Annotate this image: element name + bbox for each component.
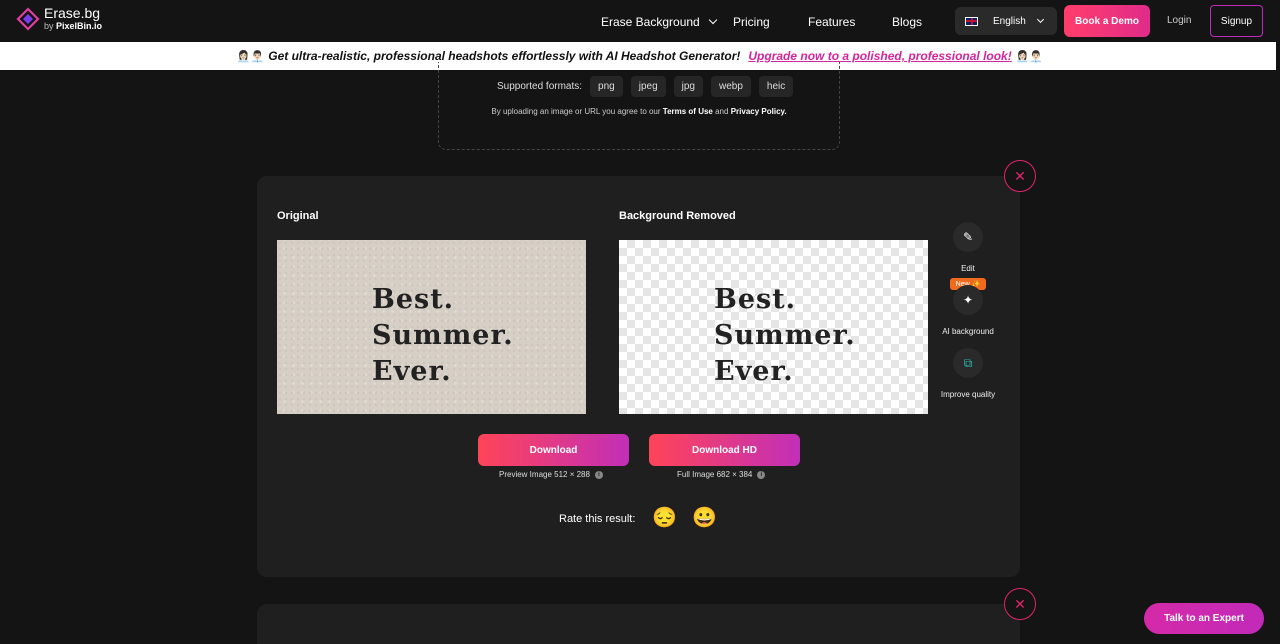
- logo-by: by: [44, 21, 54, 31]
- removed-title: Background Removed: [619, 210, 736, 222]
- nav-erase-background[interactable]: Erase Background: [601, 15, 717, 29]
- ai-background-label: AI background: [942, 327, 994, 336]
- nav-erase-background-label: Erase Background: [601, 15, 700, 29]
- language-selector[interactable]: English: [955, 7, 1057, 35]
- logo-icon: [16, 6, 40, 31]
- improve-quality-button[interactable]: ⧉ Improve quality: [938, 348, 998, 399]
- upload-agreement: By uploading an image or URL you agree t…: [439, 107, 839, 116]
- upload-dropzone[interactable]: Supported formats: png jpeg jpg webp hei…: [438, 62, 840, 150]
- edit-label: Edit: [961, 264, 975, 273]
- book-demo-button[interactable]: Book a Demo: [1064, 5, 1150, 37]
- full-info: Full Image 682 × 384 i: [677, 470, 766, 479]
- terms-link[interactable]: Terms of Use: [663, 107, 713, 116]
- image-text-line: Ever.: [372, 356, 452, 387]
- privacy-link[interactable]: Privacy Policy.: [731, 107, 787, 116]
- logo-title: Erase.bg: [44, 5, 101, 21]
- ai-background-button[interactable]: ✦ AI background: [938, 285, 998, 336]
- formats-label: Supported formats:: [497, 81, 583, 92]
- uk-flag-icon: [965, 16, 978, 26]
- format-chip: jpg: [673, 76, 703, 97]
- image-text-line: Ever.: [714, 356, 794, 387]
- image-text-line: Best.: [372, 284, 455, 315]
- close-icon: ✕: [1014, 595, 1026, 612]
- format-chip: png: [590, 76, 623, 97]
- format-chip: jpeg: [630, 76, 666, 97]
- language-label: English: [993, 15, 1026, 27]
- edit-tool-button[interactable]: ✎ Edit: [938, 222, 998, 273]
- promo-upgrade-link[interactable]: Upgrade now to a polished, professional …: [748, 49, 1011, 63]
- erase-bg-logo[interactable]: Erase.bg by PixelBin.io: [16, 6, 102, 31]
- agree-prefix: By uploading an image or URL you agree t…: [491, 107, 661, 116]
- people-emoji-icon: 👩🏻‍💼👨🏻‍💼: [236, 50, 265, 63]
- preview-info: Preview Image 512 × 288 i: [499, 470, 603, 479]
- image-text-line: Summer.: [372, 320, 514, 351]
- close-result-button[interactable]: ✕: [1004, 160, 1036, 192]
- chevron-down-icon: [708, 15, 717, 25]
- supported-formats: Supported formats: png jpeg jpg webp hei…: [497, 76, 794, 97]
- original-image: Best. Summer. Ever.: [277, 240, 586, 414]
- improve-quality-label: Improve quality: [940, 390, 996, 399]
- promo-text: Get ultra-realistic, professional headsh…: [268, 49, 741, 63]
- top-navigation: Erase.bg by PixelBin.io Erase Background…: [0, 0, 1280, 42]
- scrollbar[interactable]: [1276, 42, 1280, 644]
- close-icon: ✕: [1014, 167, 1026, 184]
- download-hd-button[interactable]: Download HD: [649, 434, 800, 466]
- talk-to-expert-button[interactable]: Talk to an Expert: [1144, 603, 1264, 634]
- info-icon[interactable]: i: [757, 470, 766, 479]
- enhance-icon: ⧉: [953, 348, 983, 378]
- sad-face-icon[interactable]: 😔: [652, 506, 677, 530]
- format-chip: webp: [711, 76, 751, 97]
- signup-button[interactable]: Signup: [1210, 5, 1263, 37]
- magic-wand-icon: ✦: [953, 285, 983, 315]
- pencil-icon: ✎: [953, 222, 983, 252]
- second-result-card: [257, 604, 1020, 644]
- preview-info-text: Preview Image 512 × 288: [499, 470, 590, 479]
- agree-and: and: [715, 107, 729, 116]
- format-chip: heic: [758, 76, 794, 97]
- original-title: Original: [277, 210, 319, 222]
- nav-features[interactable]: Features: [808, 15, 855, 29]
- full-info-text: Full Image 682 × 384: [677, 470, 753, 479]
- login-link[interactable]: Login: [1167, 15, 1191, 26]
- info-icon[interactable]: i: [594, 470, 603, 479]
- close-result-button[interactable]: ✕: [1004, 588, 1036, 620]
- image-text-line: Best.: [714, 284, 797, 315]
- download-button[interactable]: Download: [478, 434, 629, 466]
- logo-subtitle: by PixelBin.io: [44, 22, 102, 31]
- logo-company: PixelBin.io: [56, 21, 103, 31]
- rate-label: Rate this result:: [559, 513, 636, 525]
- happy-face-icon[interactable]: 😀: [692, 506, 717, 530]
- chevron-down-icon: [1036, 15, 1044, 23]
- background-removed-image: Best. Summer. Ever.: [619, 240, 928, 414]
- image-text-line: Summer.: [714, 320, 856, 351]
- people-emoji-icon: 👩🏻‍💼👨🏻‍💼: [1015, 50, 1044, 63]
- nav-blogs[interactable]: Blogs: [892, 15, 922, 29]
- nav-pricing[interactable]: Pricing: [733, 15, 770, 29]
